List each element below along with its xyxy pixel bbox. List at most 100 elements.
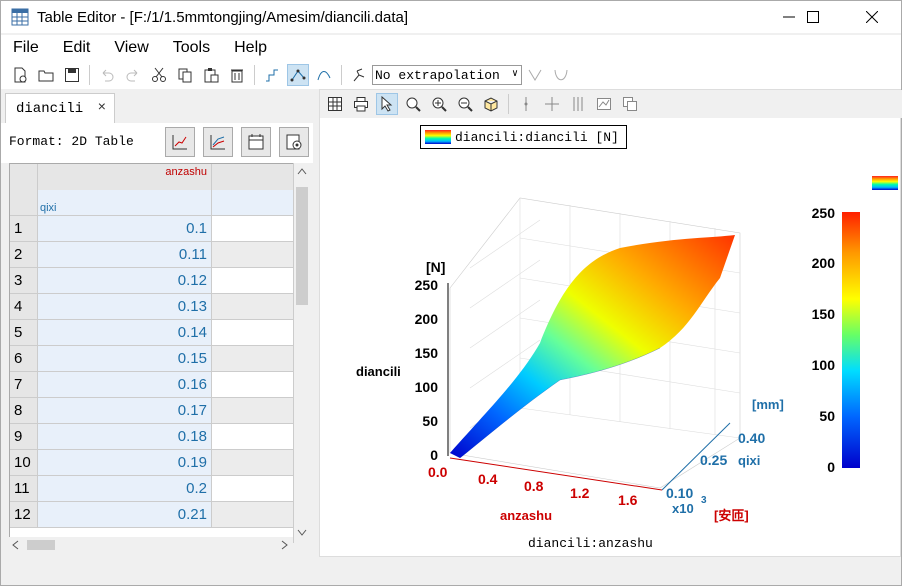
row-number[interactable]: 4 — [10, 294, 38, 320]
z-tick-100: 100 — [415, 379, 439, 395]
table-settings-button[interactable] — [279, 127, 309, 157]
open-button[interactable] — [35, 64, 57, 86]
data-cell[interactable] — [212, 476, 300, 502]
cursor-v-button[interactable] — [515, 93, 537, 115]
surface-plot[interactable]: [N] 250 200 150 100 50 0 diancili 0.0 0.… — [320, 118, 900, 548]
step-interp-button[interactable] — [261, 64, 283, 86]
cube-icon — [484, 97, 498, 112]
data-cell[interactable] — [212, 346, 300, 372]
column-header-2-value[interactable] — [212, 190, 300, 216]
menu-view[interactable]: View — [102, 35, 160, 61]
undo-button[interactable] — [96, 64, 118, 86]
row-number[interactable]: 7 — [10, 372, 38, 398]
plot-window-button[interactable] — [593, 93, 615, 115]
row-value-cell[interactable]: 0.18 — [38, 424, 212, 450]
row-value-cell[interactable]: 0.12 — [38, 268, 212, 294]
spline-interp-button[interactable] — [313, 64, 335, 86]
data-cell[interactable] — [212, 398, 300, 424]
x-multiplier-label: x10 — [672, 501, 694, 516]
print-button[interactable] — [350, 93, 372, 115]
plot-2d-button[interactable] — [165, 127, 195, 157]
row-value-cell[interactable]: 0.1 — [38, 216, 212, 242]
z-axis-label: diancili — [356, 364, 401, 379]
table-corner[interactable] — [10, 164, 38, 216]
data-cell[interactable] — [212, 372, 300, 398]
data-cell[interactable] — [212, 320, 300, 346]
row-number[interactable]: 10 — [10, 450, 38, 476]
close-button[interactable] — [849, 1, 895, 33]
run-icon — [353, 68, 365, 82]
select-tool-button[interactable] — [376, 93, 398, 115]
table-view-button[interactable] — [241, 127, 271, 157]
z-tick-200: 200 — [415, 311, 439, 327]
extrapolation-toggle[interactable] — [348, 64, 370, 86]
cursor-multi-button[interactable] — [567, 93, 589, 115]
linear-interp-button[interactable] — [287, 64, 309, 86]
cursor-cross-button[interactable] — [541, 93, 563, 115]
data-cell[interactable] — [212, 450, 300, 476]
data-cell[interactable] — [212, 268, 300, 294]
row-value-cell[interactable]: 0.11 — [38, 242, 212, 268]
maximize-button[interactable] — [790, 1, 836, 33]
extrap-linear-button[interactable] — [524, 64, 546, 86]
spline-curve-icon — [317, 71, 331, 81]
row-number[interactable]: 11 — [10, 476, 38, 502]
duplicate-plot-button[interactable] — [619, 93, 641, 115]
row-number[interactable]: 5 — [10, 320, 38, 346]
extrap-spline-button[interactable] — [550, 64, 572, 86]
row-value-cell[interactable]: 0.13 — [38, 294, 212, 320]
tab-close-icon[interactable]: × — [98, 100, 106, 116]
zoom-in-button[interactable] — [428, 93, 450, 115]
new-button[interactable] — [9, 64, 31, 86]
row-value-cell[interactable]: 0.19 — [38, 450, 212, 476]
row-number[interactable]: 12 — [10, 502, 38, 528]
data-cell[interactable] — [212, 502, 300, 528]
row-number[interactable]: 8 — [10, 398, 38, 424]
data-cell[interactable] — [212, 294, 300, 320]
paste-button[interactable] — [200, 64, 222, 86]
cut-button[interactable] — [148, 64, 170, 86]
row-value-cell[interactable]: 0.17 — [38, 398, 212, 424]
menu-edit[interactable]: Edit — [51, 35, 103, 61]
x-tick-16: 1.6 — [618, 492, 638, 508]
plot-curves-button[interactable] — [203, 127, 233, 157]
vertical-scroll-thumb[interactable] — [296, 187, 308, 305]
data-cell[interactable] — [212, 242, 300, 268]
plot-table-button[interactable] — [324, 93, 346, 115]
scroll-right-icon[interactable] — [281, 540, 289, 550]
menu-help[interactable]: Help — [222, 35, 279, 61]
save-button[interactable] — [61, 64, 83, 86]
horizontal-scrollbar[interactable] — [9, 537, 293, 553]
axis-label-cell[interactable]: qixi anzashu — [38, 166, 212, 216]
paste-icon — [204, 68, 219, 83]
menu-file[interactable]: File — [1, 35, 51, 61]
scroll-down-icon[interactable] — [297, 529, 307, 537]
redo-button[interactable] — [122, 64, 144, 86]
table-panel: diancili × Format: 2D Table qixi anzashu… — [1, 89, 313, 557]
scroll-left-icon[interactable] — [11, 540, 19, 550]
scroll-up-icon[interactable] — [297, 167, 307, 175]
tab-diancili[interactable]: diancili × — [5, 93, 115, 123]
copy-button[interactable] — [174, 64, 196, 86]
row-number[interactable]: 2 — [10, 242, 38, 268]
row-value-cell[interactable]: 0.15 — [38, 346, 212, 372]
row-number[interactable]: 3 — [10, 268, 38, 294]
data-cell[interactable] — [212, 424, 300, 450]
data-cell[interactable] — [212, 216, 300, 242]
view-3d-button[interactable] — [480, 93, 502, 115]
zoom-tool-button[interactable] — [402, 93, 424, 115]
delete-button[interactable] — [226, 64, 248, 86]
row-value-cell[interactable]: 0.21 — [38, 502, 212, 528]
vertical-scrollbar[interactable] — [293, 163, 309, 543]
zoom-out-button[interactable] — [454, 93, 476, 115]
row-number[interactable]: 1 — [10, 216, 38, 242]
cb-tick-250: 250 — [812, 205, 836, 221]
row-value-cell[interactable]: 0.2 — [38, 476, 212, 502]
extrapolation-select[interactable]: No extrapolation ∨ — [372, 65, 522, 85]
menu-tools[interactable]: Tools — [161, 35, 222, 61]
row-value-cell[interactable]: 0.14 — [38, 320, 212, 346]
row-number[interactable]: 6 — [10, 346, 38, 372]
row-value-cell[interactable]: 0.16 — [38, 372, 212, 398]
row-number[interactable]: 9 — [10, 424, 38, 450]
horizontal-scroll-thumb[interactable] — [27, 540, 55, 550]
